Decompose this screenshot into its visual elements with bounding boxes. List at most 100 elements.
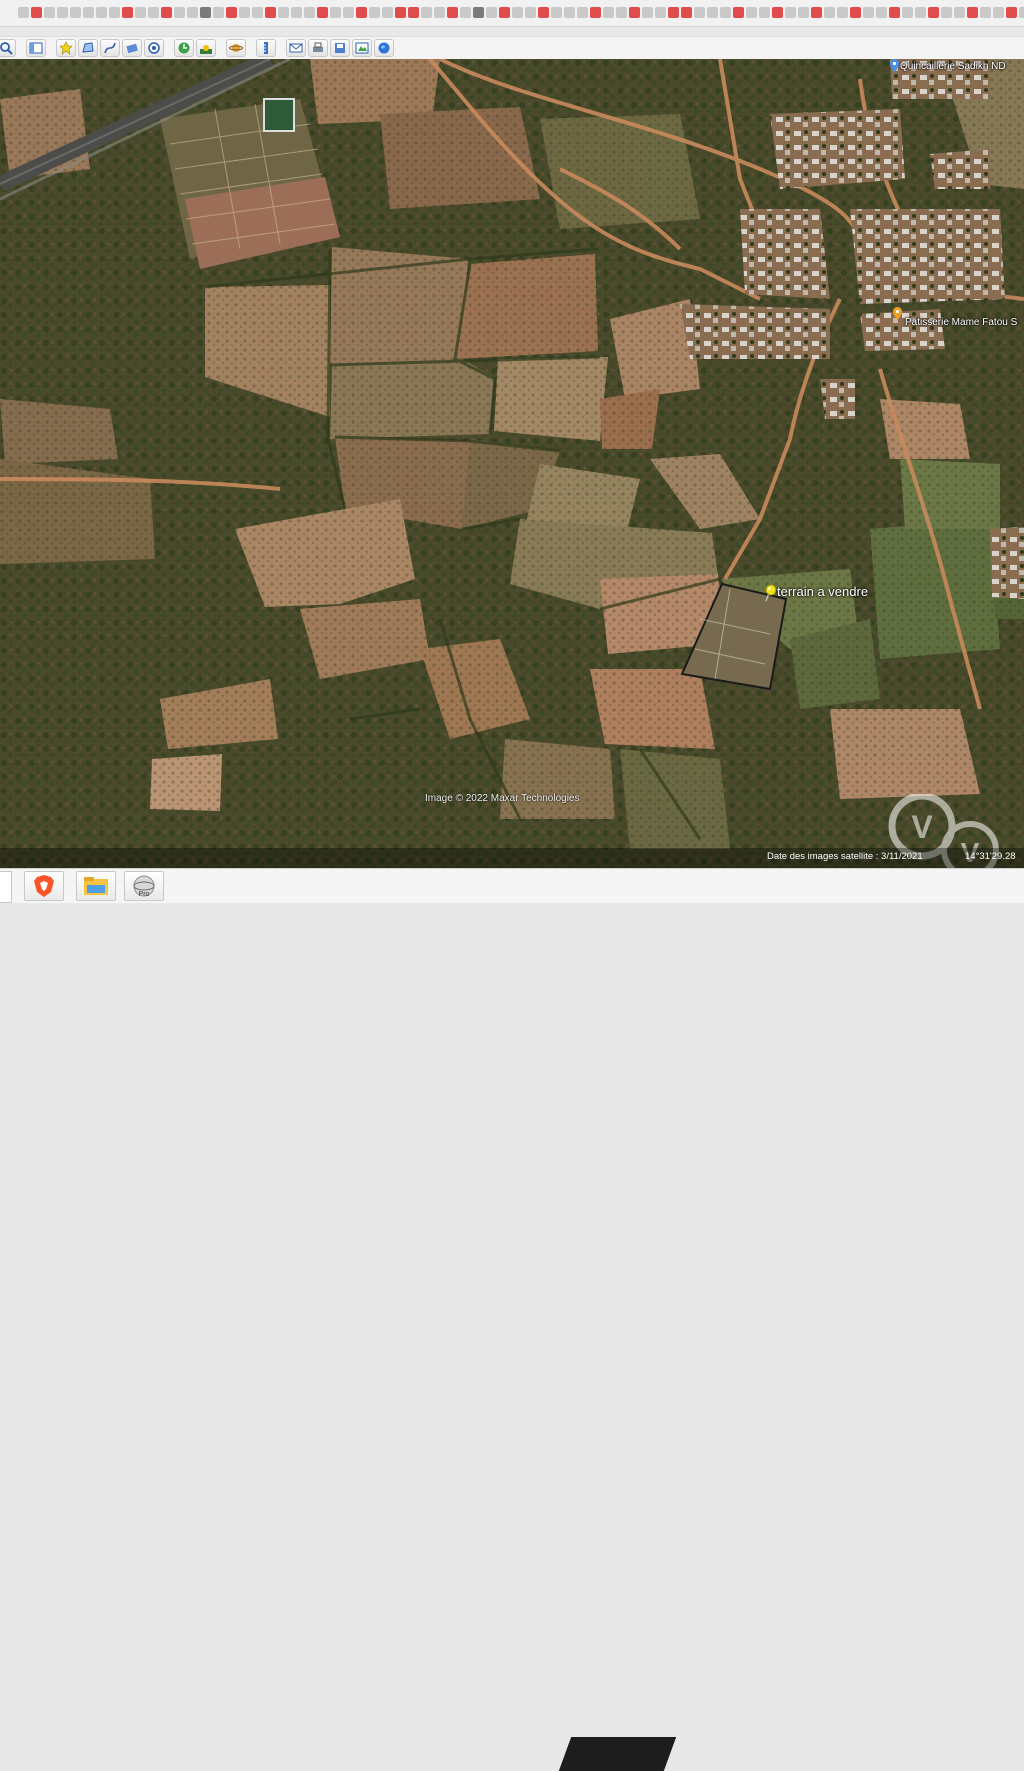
tab-favicon[interactable] [226,7,237,18]
search-icon[interactable] [0,39,16,57]
tab-favicon[interactable] [265,7,276,18]
tab-favicon[interactable] [122,7,133,18]
tab-favicon[interactable] [369,7,380,18]
tab-favicon[interactable] [473,7,484,18]
tab-favicon[interactable] [889,7,900,18]
tab-favicon[interactable] [772,7,783,18]
tab-favicon[interactable] [681,7,692,18]
tab-favicon[interactable] [174,7,185,18]
tab-favicon[interactable] [785,7,796,18]
globe-icon[interactable] [374,39,394,57]
tab-favicon[interactable] [577,7,588,18]
add-overlay-icon[interactable] [122,39,142,57]
sunlight-icon[interactable] [196,39,216,57]
tab-favicon[interactable] [434,7,445,18]
tab-favicon[interactable] [668,7,679,18]
tab-favicon[interactable] [746,7,757,18]
tab-favicon[interactable] [1019,7,1024,18]
tab-favicon[interactable] [759,7,770,18]
tab-favicon[interactable] [1006,7,1017,18]
sidebar-icon[interactable] [26,39,46,57]
tab-favicon[interactable] [135,7,146,18]
tab-favicon[interactable] [538,7,549,18]
tab-favicon[interactable] [694,7,705,18]
tab-favicon[interactable] [863,7,874,18]
tab-favicon[interactable] [31,7,42,18]
email-icon[interactable] [286,39,306,57]
tab-favicon[interactable] [499,7,510,18]
add-path-icon[interactable] [100,39,120,57]
view-in-maps-icon[interactable] [352,39,372,57]
tab-favicon[interactable] [187,7,198,18]
tab-favicon[interactable] [213,7,224,18]
tab-favicon[interactable] [408,7,419,18]
tab-favicon[interactable] [330,7,341,18]
tab-favicon[interactable] [486,7,497,18]
brave-browser-icon[interactable] [24,871,64,901]
tab-favicon[interactable] [551,7,562,18]
tab-favicon[interactable] [590,7,601,18]
tab-favicon[interactable] [109,7,120,18]
tab-favicon[interactable] [343,7,354,18]
tab-favicon[interactable] [395,7,406,18]
historical-imagery-icon[interactable] [174,39,194,57]
tab-favicon[interactable] [148,7,159,18]
tab-favicon[interactable] [460,7,471,18]
tab-favicon[interactable] [655,7,666,18]
tab-favicon[interactable] [382,7,393,18]
placemark-label-land-for-sale[interactable]: terrain a vendre [777,584,868,599]
tab-favicon[interactable] [239,7,250,18]
tab-favicon[interactable] [967,7,978,18]
ruler-icon[interactable] [256,39,276,57]
tab-favicon[interactable] [642,7,653,18]
tab-favicon[interactable] [57,7,68,18]
tab-favicon[interactable] [564,7,575,18]
tab-favicon[interactable] [928,7,939,18]
tab-favicon[interactable] [603,7,614,18]
tab-favicon[interactable] [915,7,926,18]
tab-favicon[interactable] [512,7,523,18]
tab-favicon[interactable] [70,7,81,18]
tab-favicon[interactable] [629,7,640,18]
placemark-label-hardware-store[interactable]: Quincaillerie Sadikh ND [900,61,1006,72]
tab-favicon[interactable] [954,7,965,18]
tab-favicon[interactable] [278,7,289,18]
bakery-pin-icon[interactable] [893,307,902,320]
tab-favicon[interactable] [96,7,107,18]
tab-favicon[interactable] [993,7,1004,18]
tab-favicon[interactable] [707,7,718,18]
pushpin-icon[interactable] [762,584,776,602]
file-explorer-icon[interactable] [76,871,116,901]
tab-favicon[interactable] [161,7,172,18]
save-image-icon[interactable] [330,39,350,57]
tab-favicon[interactable] [291,7,302,18]
tab-favicon[interactable] [200,7,211,18]
placemark-label-bakery[interactable]: Patisserie Mame Fatou S [905,317,1017,328]
tab-favicon[interactable] [876,7,887,18]
placemark-pin-icon[interactable] [890,59,899,72]
tab-favicon[interactable] [421,7,432,18]
satellite-map-viewport[interactable]: Quincaillerie Sadikh ND Patisserie Mame … [0,59,1024,868]
tab-favicon[interactable] [720,7,731,18]
tab-favicon[interactable] [83,7,94,18]
tab-favicon[interactable] [616,7,627,18]
tab-favicon[interactable] [44,7,55,18]
tab-favicon[interactable] [356,7,367,18]
record-tour-icon[interactable] [144,39,164,57]
add-polygon-icon[interactable] [78,39,98,57]
print-icon[interactable] [308,39,328,57]
tab-favicon[interactable] [941,7,952,18]
tab-favicon[interactable] [304,7,315,18]
tab-favicon[interactable] [798,7,809,18]
planets-icon[interactable] [226,39,246,57]
tab-favicon[interactable] [18,7,29,18]
tab-favicon[interactable] [252,7,263,18]
taskbar-edge-item[interactable] [0,871,12,903]
tab-favicon[interactable] [837,7,848,18]
tab-favicon[interactable] [824,7,835,18]
tab-favicon[interactable] [902,7,913,18]
tab-favicon[interactable] [811,7,822,18]
tab-favicon[interactable] [980,7,991,18]
tab-favicon[interactable] [317,7,328,18]
tab-favicon[interactable] [850,7,861,18]
